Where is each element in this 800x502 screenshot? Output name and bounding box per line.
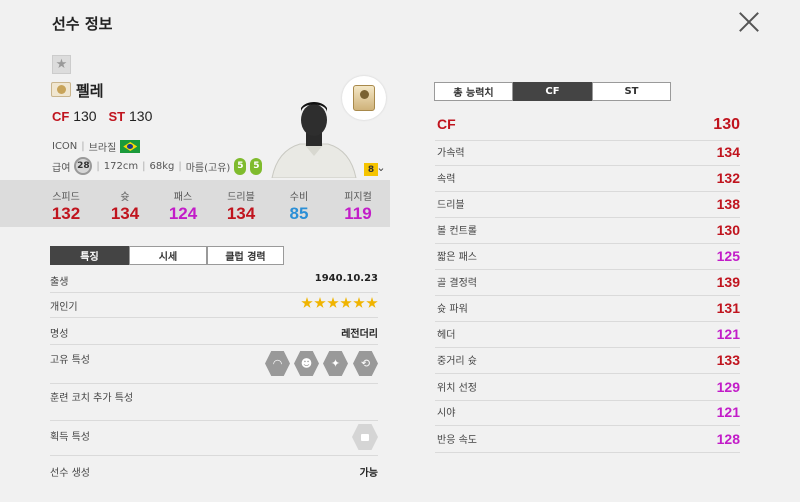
tab-traits[interactable]: 특징 (50, 246, 129, 265)
attribute-label: CF (437, 116, 456, 132)
attribute-label: 헤더 (437, 330, 456, 341)
stat-shooting: 슛 134 (110, 192, 140, 223)
star-icon (353, 297, 365, 308)
body-type-value: 마름(고유) (185, 162, 231, 174)
player-name: 펠레 (76, 82, 104, 100)
right-tabs: 총 능력치 CF ST (434, 82, 671, 101)
attribute-row: 볼 컨트롤 130 (435, 222, 740, 244)
unique-traits-row: 고유 특성 ◠ ☻ ✦ ⟲ (50, 351, 378, 384)
stat-dribbling: 드리블 134 (226, 192, 256, 223)
attribute-row: 위치 선정 129 (435, 379, 740, 401)
attribute-value: 131 (716, 300, 740, 316)
attribute-label: 골 결정력 (437, 278, 477, 289)
stat-physical: 피지컬 119 (344, 192, 372, 223)
birth-row: 출생 1940.10.23 (50, 273, 378, 293)
tab-st[interactable]: ST (592, 82, 671, 101)
brazil-flag-icon (120, 140, 141, 153)
player-creation-row: 선수 생성 가능 (50, 468, 378, 479)
season-nation-line: ICON | 브라질 (52, 139, 141, 154)
attribute-value: 129 (716, 379, 740, 395)
position-ovr: 130 (129, 108, 153, 124)
attribute-label: 위치 선정 (437, 383, 477, 394)
attribute-label: 시야 (437, 408, 456, 419)
attribute-row: 속력 132 (435, 170, 740, 192)
reputation-row: 명성 레전더리 (50, 325, 378, 345)
attribute-row-position-ovr: CF 130 (435, 116, 740, 141)
star-icon (314, 297, 326, 308)
attribute-value: 133 (716, 352, 740, 368)
attribute-value: 132 (716, 170, 740, 186)
skill-moves-row: 개인기 (50, 297, 378, 318)
lock-icon[interactable] (352, 424, 378, 450)
icon-card-emblem (342, 76, 386, 120)
star-icon (301, 297, 313, 308)
attribute-row: 가속력 134 (435, 144, 740, 166)
salary-label: 급여 (52, 162, 71, 174)
attribute-value: 128 (716, 431, 740, 447)
attribute-label: 짧은 패스 (437, 252, 477, 263)
attribute-value: 121 (716, 404, 740, 420)
position-label: ST (108, 109, 126, 124)
right-foot-badge: 5 (250, 157, 263, 175)
left-foot-badge: 5 (234, 157, 247, 175)
attribute-row: 반응 속도 128 (435, 431, 740, 453)
attribute-row: 골 결정력 139 (435, 274, 740, 296)
attribute-value: 134 (716, 144, 740, 160)
tab-market-price[interactable]: 시세 (129, 246, 207, 265)
attribute-value: 130 (716, 222, 740, 238)
attribute-value: 121 (716, 326, 740, 342)
stat-defending: 수비 85 (289, 192, 309, 223)
attribute-row: 시야 121 (435, 404, 740, 426)
attribute-label: 드리블 (437, 200, 465, 211)
attribute-label: 가속력 (437, 148, 465, 159)
attribute-value: 125 (716, 248, 740, 264)
attribute-row: 중거리 슛 133 (435, 352, 740, 374)
left-tabs: 특징 시세 클럽 경력 (50, 246, 284, 265)
chevron-down-icon[interactable]: ⌄ (375, 161, 387, 174)
close-icon[interactable] (734, 7, 764, 37)
attribute-label: 반응 속도 (437, 435, 477, 446)
star-icon (327, 297, 339, 308)
star-icon (366, 297, 378, 308)
attribute-row: 슛 파워 131 (435, 300, 740, 322)
stat-pace: 스피드 132 (51, 192, 81, 223)
nation-label: 브라질 (88, 143, 117, 154)
tab-overall[interactable]: 총 능력치 (434, 82, 513, 101)
trait-finesse-shot-icon[interactable]: ◠ (265, 351, 290, 376)
salary-badge: 28 (74, 157, 93, 175)
attribute-label: 볼 컨트롤 (437, 226, 477, 237)
coach-traits-row: 훈련 코치 추가 특성 (50, 389, 378, 421)
attribute-value: 139 (716, 274, 740, 290)
weight-value: 68kg (149, 160, 175, 172)
physical-info-line: 급여 28 | 172cm | 68kg | 마름(고유) 5 5 (52, 157, 263, 175)
attribute-row: 짧은 패스 125 (435, 248, 740, 270)
position-ovr: 130 (73, 108, 97, 124)
star-icon (340, 297, 352, 308)
trait-playmaker-icon[interactable]: ☻ (294, 351, 319, 376)
position-label: CF (52, 109, 70, 124)
attribute-label: 슛 파워 (437, 304, 468, 315)
summary-stats-bar: 스피드 132 슛 134 패스 124 드리블 134 수비 85 피지컬 1… (0, 180, 390, 227)
attribute-value: 138 (716, 196, 740, 212)
attribute-row: 헤더 121 (435, 326, 740, 348)
height-value: 172cm (103, 160, 139, 172)
attribute-label: 속력 (437, 174, 456, 185)
icon-class-badge (51, 82, 71, 97)
position-ratings: CF 130 ST 130 (52, 108, 160, 124)
favorite-star-button[interactable]: ★ (52, 55, 71, 74)
page-title: 선수 정보 (52, 15, 113, 33)
acquired-traits-row: 획득 특성 (50, 424, 378, 456)
skill-stars (301, 297, 378, 309)
trait-dribbler-icon[interactable]: ⟲ (353, 351, 378, 376)
season-label: ICON (52, 141, 78, 152)
stat-passing: 패스 124 (168, 192, 198, 223)
trait-acrobatic-icon[interactable]: ✦ (323, 351, 348, 376)
attribute-label: 중거리 슛 (437, 356, 477, 367)
attribute-value: 130 (713, 116, 740, 133)
tab-club-history[interactable]: 클럽 경력 (207, 246, 284, 265)
tab-cf[interactable]: CF (513, 82, 592, 101)
attribute-row: 드리블 138 (435, 196, 740, 218)
